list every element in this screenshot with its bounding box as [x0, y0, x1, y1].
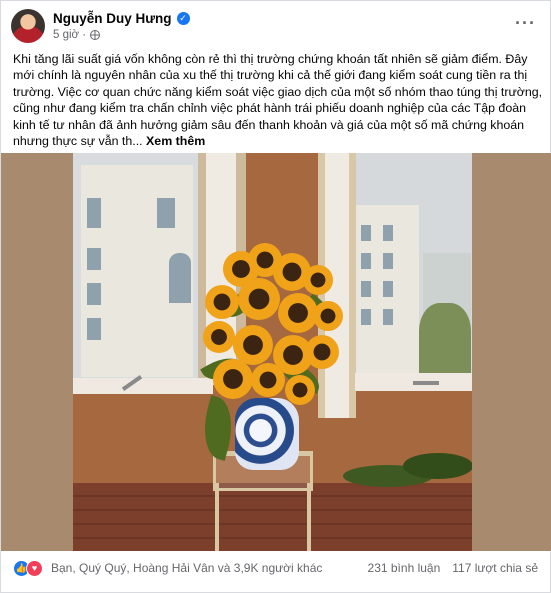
verified-badge-icon: ✓: [176, 12, 190, 25]
globe-icon: [90, 30, 101, 40]
post-text: Khi tăng lãi suất giá vốn không còn rẻ t…: [13, 52, 543, 149]
author-avatar[interactable]: [11, 9, 45, 43]
author-name-row: Nguyễn Duy Hưng ✓: [53, 11, 190, 26]
post-body: Khi tăng lãi suất giá vốn không còn rẻ t…: [13, 51, 543, 149]
post-timestamp[interactable]: 5 giờ ·: [53, 29, 86, 41]
author-name[interactable]: Nguyễn Duy Hưng: [53, 11, 172, 26]
more-options-icon[interactable]: ···: [515, 13, 536, 34]
post-meta: 5 giờ ·: [53, 29, 101, 41]
shares-count[interactable]: 117 lượt chia sẻ: [452, 561, 538, 575]
see-more-link[interactable]: Xem thêm: [146, 134, 205, 148]
love-reaction-icon: ♥: [26, 560, 43, 577]
post-photo[interactable]: [1, 153, 551, 551]
comments-count[interactable]: 231 bình luận: [368, 561, 441, 575]
reaction-icons[interactable]: 👍 ♥: [13, 560, 43, 577]
reactions-bar: 👍 ♥ Bạn, Quý Quý, Hoàng Hải Vân và 3,9K …: [13, 558, 540, 578]
reactors-summary[interactable]: Bạn, Quý Quý, Hoàng Hải Vân và 3,9K ngườ…: [51, 561, 322, 575]
photo-scene: [73, 153, 472, 551]
engagement-counts: 231 bình luận 117 lượt chia sẻ: [368, 561, 538, 575]
post-card: Nguyễn Duy Hưng ✓ 5 giờ · ··· Khi tăng l…: [0, 0, 551, 593]
post-header: Nguyễn Duy Hưng ✓ 5 giờ · ···: [11, 9, 542, 43]
